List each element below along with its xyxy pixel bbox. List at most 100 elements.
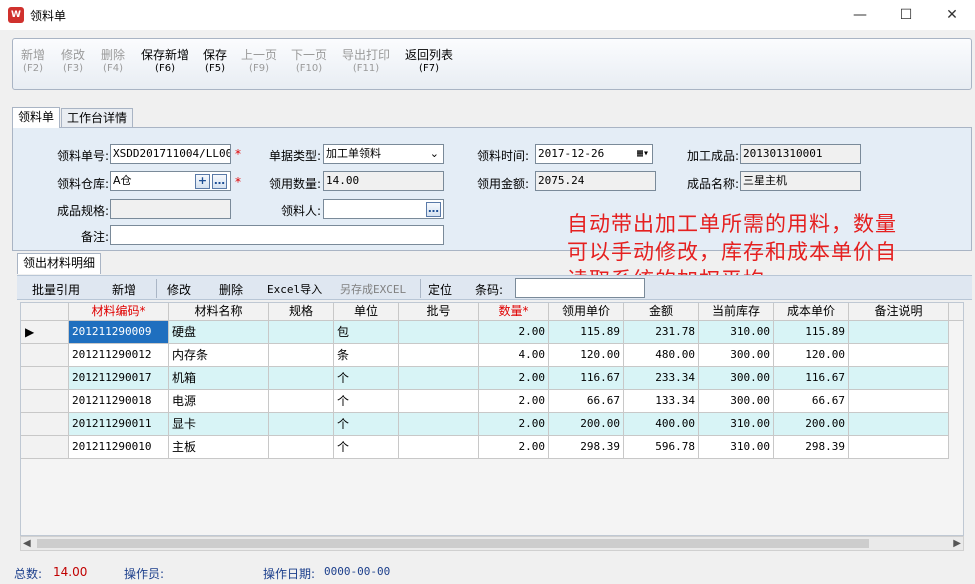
close-button[interactable]: ✕	[929, 0, 975, 30]
cell-remark[interactable]	[849, 344, 949, 367]
calendar-icon[interactable]: ▦▾	[637, 145, 649, 163]
cell-unit[interactable]: 包	[334, 321, 399, 344]
col-batch[interactable]: 批号	[399, 303, 479, 321]
cell-spec[interactable]	[269, 367, 334, 390]
col-remark[interactable]: 备注说明	[849, 303, 949, 321]
cell-spec[interactable]	[269, 321, 334, 344]
save-as-excel-button[interactable]: 另存成EXCEL	[340, 281, 406, 297]
cell-material-code[interactable]: 201211290010	[69, 436, 169, 459]
cell-unit[interactable]: 个	[334, 436, 399, 459]
cell-cost-price[interactable]: 200.00	[774, 413, 849, 436]
cell-material-name[interactable]: 显卡	[169, 413, 269, 436]
cell-unit-price[interactable]: 115.89	[549, 321, 624, 344]
back-to-list-button[interactable]: 返回列表 (F7)	[405, 49, 453, 75]
cell-remark[interactable]	[849, 390, 949, 413]
cell-material-name[interactable]: 主板	[169, 436, 269, 459]
horizontal-scrollbar[interactable]: ◀ ▶	[20, 536, 964, 551]
row-header[interactable]	[21, 367, 69, 390]
cell-material-code[interactable]: 201211290018	[69, 390, 169, 413]
cell-quantity[interactable]: 4.00	[479, 344, 549, 367]
cell-batch[interactable]	[399, 367, 479, 390]
delete-button[interactable]: 删除 (F4)	[101, 49, 125, 75]
col-cost-price[interactable]: 成本单价	[774, 303, 849, 321]
cell-spec[interactable]	[269, 413, 334, 436]
cell-batch[interactable]	[399, 321, 479, 344]
cell-remark[interactable]	[849, 413, 949, 436]
add-icon[interactable]: +	[195, 174, 210, 189]
cell-current-stock[interactable]: 300.00	[699, 344, 774, 367]
cell-unit[interactable]: 个	[334, 413, 399, 436]
cell-batch[interactable]	[399, 436, 479, 459]
scrollbar-thumb[interactable]	[37, 539, 869, 548]
cell-unit-price[interactable]: 298.39	[549, 436, 624, 459]
cell-current-stock[interactable]: 310.00	[699, 413, 774, 436]
locate-button[interactable]: 定位	[428, 281, 452, 298]
cell-remark[interactable]	[849, 321, 949, 344]
delete-row-button[interactable]: 删除	[219, 281, 243, 298]
cell-batch[interactable]	[399, 413, 479, 436]
cell-quantity[interactable]: 2.00	[479, 436, 549, 459]
cell-current-stock[interactable]: 310.00	[699, 321, 774, 344]
cell-material-code[interactable]: 201211290009	[69, 321, 169, 344]
edit-row-button[interactable]: 修改	[167, 281, 191, 298]
cell-spec[interactable]	[269, 390, 334, 413]
cell-material-code[interactable]: 201211290017	[69, 367, 169, 390]
export-print-button[interactable]: 导出打印 (F11)	[342, 49, 390, 75]
cell-quantity[interactable]: 2.00	[479, 367, 549, 390]
prev-page-button[interactable]: 上一页 (F9)	[241, 49, 277, 75]
row-header[interactable]	[21, 413, 69, 436]
note-field[interactable]	[110, 225, 444, 245]
cell-material-name[interactable]: 内存条	[169, 344, 269, 367]
cell-amount[interactable]: 133.34	[624, 390, 699, 413]
minimize-button[interactable]: —	[837, 0, 883, 30]
pick-time-picker[interactable]: 2017-12-26 ▦▾	[535, 144, 653, 164]
new-button[interactable]: 新增 (F2)	[21, 49, 45, 75]
cell-current-stock[interactable]: 300.00	[699, 390, 774, 413]
cell-unit-price[interactable]: 66.67	[549, 390, 624, 413]
cell-batch[interactable]	[399, 344, 479, 367]
tab-material-detail[interactable]: 领出材料明细	[17, 253, 102, 274]
col-unit-price[interactable]: 领用单价	[549, 303, 624, 321]
cell-amount[interactable]: 400.00	[624, 413, 699, 436]
doc-type-select[interactable]: 加工单领料 ⌄	[323, 144, 444, 164]
cell-amount[interactable]: 233.34	[624, 367, 699, 390]
cell-material-code[interactable]: 201211290011	[69, 413, 169, 436]
cell-remark[interactable]	[849, 436, 949, 459]
edit-button[interactable]: 修改 (F3)	[61, 49, 85, 75]
cell-unit-price[interactable]: 120.00	[549, 344, 624, 367]
cell-batch[interactable]	[399, 390, 479, 413]
batch-reference-button[interactable]: 批量引用	[32, 281, 80, 298]
next-page-button[interactable]: 下一页 (F10)	[291, 49, 327, 75]
cell-quantity[interactable]: 2.00	[479, 321, 549, 344]
cell-material-name[interactable]: 电源	[169, 390, 269, 413]
order-no-field[interactable]: XSDD201711004/LL003	[110, 144, 231, 164]
browse-warehouse-icon[interactable]: …	[212, 174, 227, 189]
add-row-button[interactable]: 新增	[112, 281, 136, 298]
cell-quantity[interactable]: 2.00	[479, 413, 549, 436]
scroll-right-icon[interactable]: ▶	[953, 538, 961, 549]
cell-cost-price[interactable]: 120.00	[774, 344, 849, 367]
cell-current-stock[interactable]: 310.00	[699, 436, 774, 459]
maximize-button[interactable]: ☐	[883, 0, 929, 30]
scroll-left-icon[interactable]: ◀	[23, 538, 31, 549]
cell-material-code[interactable]: 201211290012	[69, 344, 169, 367]
col-quantity[interactable]: 数量*	[479, 303, 549, 321]
cell-material-name[interactable]: 机箱	[169, 367, 269, 390]
cell-cost-price[interactable]: 116.67	[774, 367, 849, 390]
tab-workbench-detail[interactable]: 工作台详情	[61, 108, 134, 128]
col-current-stock[interactable]: 当前库存	[699, 303, 774, 321]
cell-unit[interactable]: 条	[334, 344, 399, 367]
browse-picker-icon[interactable]: …	[426, 202, 441, 217]
col-spec[interactable]: 规格	[269, 303, 334, 321]
cell-cost-price[interactable]: 66.67	[774, 390, 849, 413]
cell-amount[interactable]: 231.78	[624, 321, 699, 344]
cell-unit[interactable]: 个	[334, 367, 399, 390]
save-new-button[interactable]: 保存新增 (F6)	[141, 49, 189, 75]
cell-unit-price[interactable]: 200.00	[549, 413, 624, 436]
cell-amount[interactable]: 596.78	[624, 436, 699, 459]
row-header[interactable]	[21, 436, 69, 459]
cell-quantity[interactable]: 2.00	[479, 390, 549, 413]
excel-import-button[interactable]: Excel导入	[267, 281, 322, 297]
save-button[interactable]: 保存 (F5)	[203, 49, 227, 75]
cell-spec[interactable]	[269, 436, 334, 459]
